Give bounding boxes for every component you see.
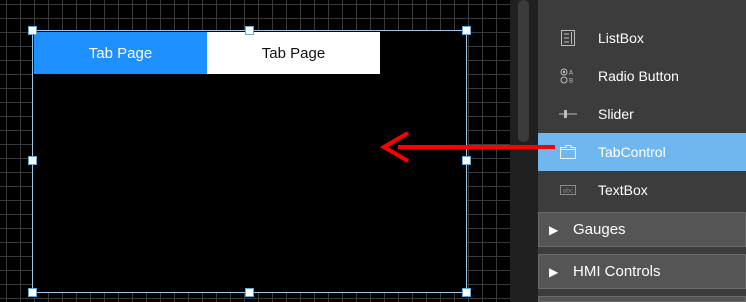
resize-handle-bottom-left[interactable] [28, 288, 37, 297]
toolbox-item-textbox[interactable]: abc TextBox [538, 171, 746, 209]
canvas-scrollbar[interactable] [510, 0, 538, 302]
svg-text:B: B [569, 78, 573, 85]
expand-triangle-icon: ▶ [549, 222, 559, 237]
scrollbar-thumb[interactable] [518, 0, 529, 142]
toolbox-panel: ListBox AB Radio Button Slider TabContro… [538, 0, 746, 302]
tab-strip: Tab Page Tab Page [34, 32, 380, 74]
textbox-icon: abc [538, 185, 598, 195]
resize-handle-top[interactable] [245, 26, 254, 35]
slider-icon [538, 109, 598, 119]
design-canvas[interactable]: Tab Page Tab Page [0, 0, 510, 302]
toolbox-group-label: HMI Controls [573, 263, 661, 280]
radio-button-icon: AB [538, 68, 598, 84]
resize-handle-top-right[interactable] [462, 26, 471, 35]
toolbox-item-label: Radio Button [598, 68, 679, 84]
toolbox-group-label: Gauges [573, 221, 626, 238]
tab-page-2-label: Tab Page [261, 44, 326, 62]
resize-handle-right[interactable] [462, 156, 471, 165]
toolbox-item-radio-button[interactable]: AB Radio Button [538, 57, 746, 95]
svg-text:abc: abc [563, 188, 574, 195]
toolbox-item-slider[interactable]: Slider [538, 95, 746, 133]
tabcontrol-icon [538, 145, 598, 159]
resize-handle-left[interactable] [28, 156, 37, 165]
toolbox-item-label: Slider [598, 106, 634, 122]
expand-triangle-icon: ▶ [549, 264, 559, 279]
svg-text:A: A [569, 70, 574, 77]
toolbox-item-tabcontrol[interactable]: TabControl [538, 133, 746, 171]
toolbox-item-label: TextBox [598, 182, 648, 198]
tab-control-widget[interactable]: Tab Page Tab Page [32, 30, 467, 293]
listbox-icon [538, 30, 598, 46]
toolbox-item-label: TabControl [598, 144, 666, 160]
toolbox-item-label: ListBox [598, 30, 644, 46]
resize-handle-bottom[interactable] [245, 288, 254, 297]
tab-page-1[interactable]: Tab Page [34, 32, 207, 74]
toolbox-group-next[interactable] [538, 296, 746, 302]
resize-handle-bottom-right[interactable] [462, 288, 471, 297]
resize-handle-top-left[interactable] [28, 26, 37, 35]
tab-page-2[interactable]: Tab Page [207, 32, 380, 74]
toolbox-item-listbox[interactable]: ListBox [538, 19, 746, 57]
toolbox-group-hmi-controls[interactable]: ▶ HMI Controls [538, 254, 746, 289]
toolbox-group-gauges[interactable]: ▶ Gauges [538, 212, 746, 247]
tab-page-1-label: Tab Page [88, 44, 153, 62]
